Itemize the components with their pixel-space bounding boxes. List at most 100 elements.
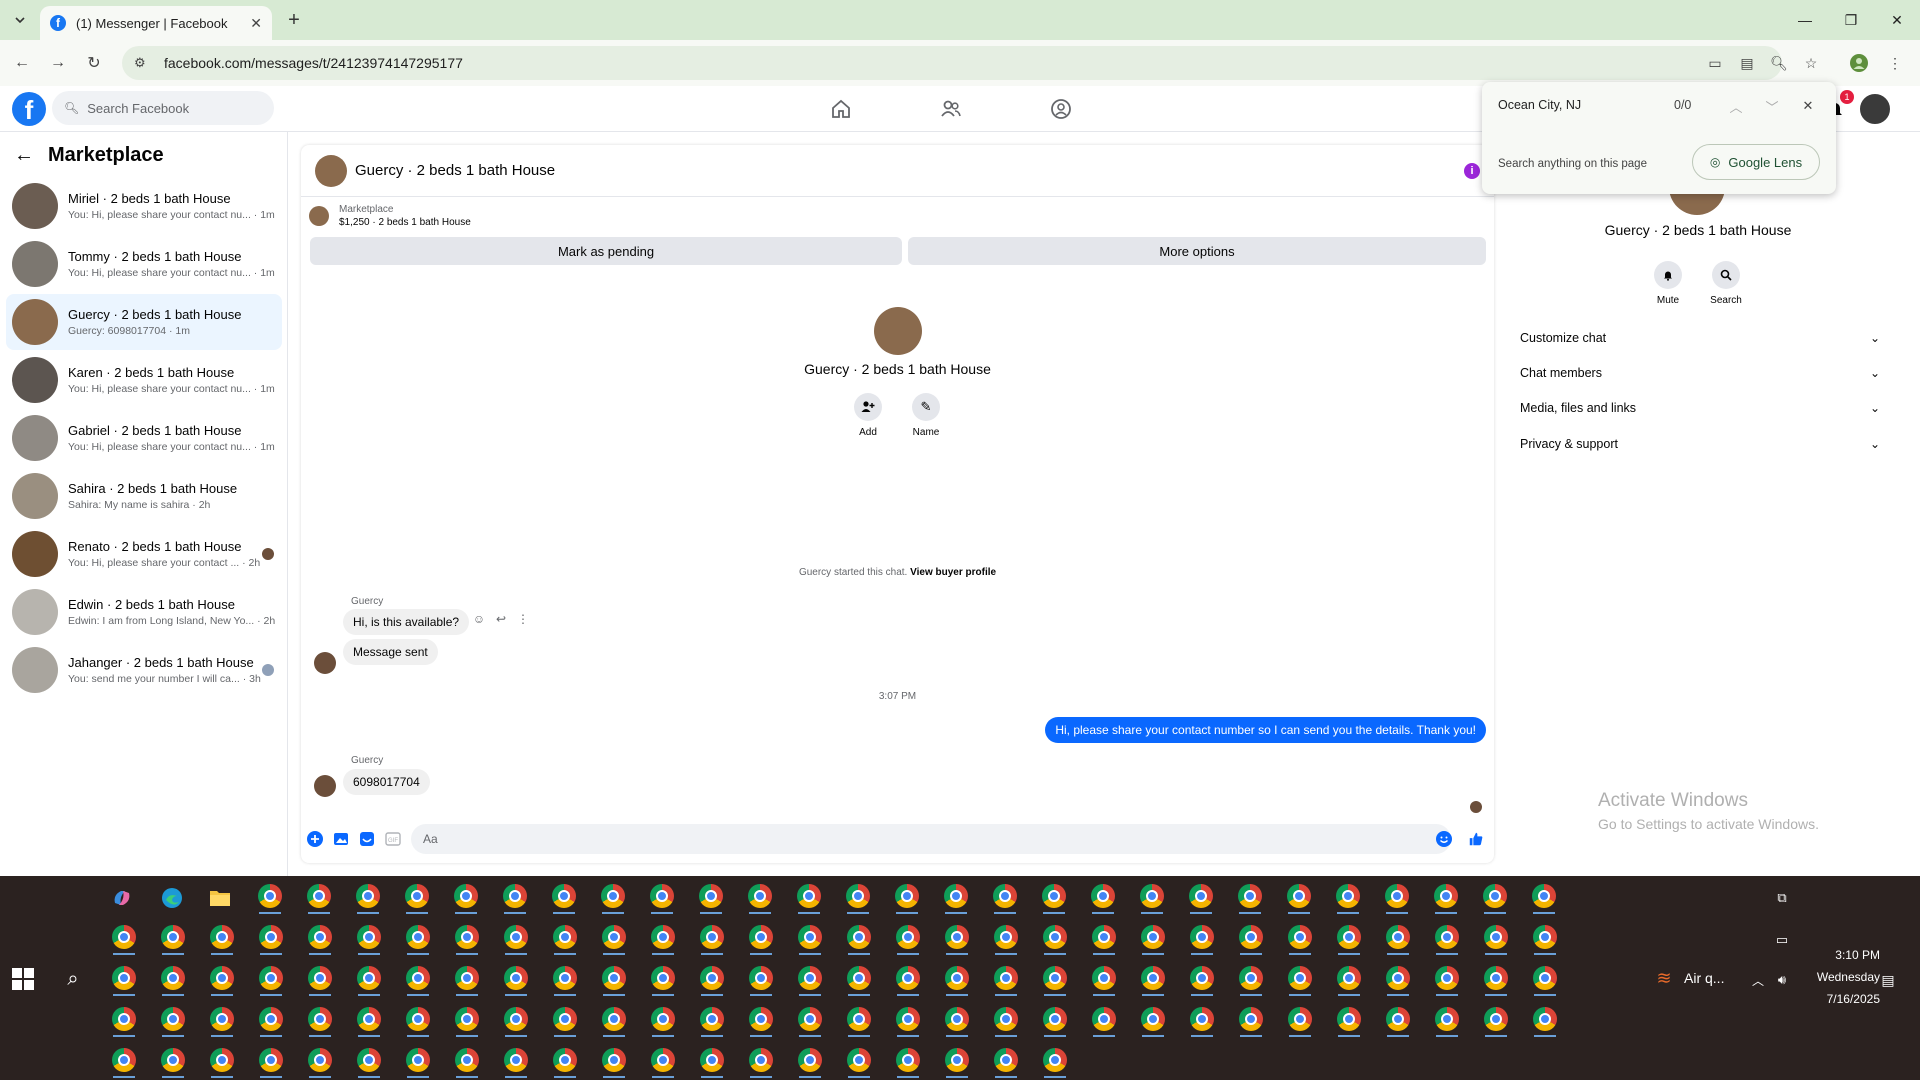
chrome-taskbar-icon[interactable] [847,925,871,949]
chrome-taskbar-icon[interactable] [112,925,136,949]
chrome-taskbar-icon[interactable] [258,884,282,908]
chrome-taskbar-icon[interactable] [945,925,969,949]
chrome-taskbar-icon[interactable] [406,925,430,949]
chrome-taskbar-icon[interactable] [1141,925,1165,949]
chrome-taskbar-icon[interactable] [847,1007,871,1031]
chrome-taskbar-icon[interactable] [1091,884,1115,908]
chrome-taskbar-icon[interactable] [1141,1007,1165,1031]
forward-icon[interactable]: → [46,51,70,75]
chrome-taskbar-icon[interactable] [945,1048,969,1072]
chrome-taskbar-icon[interactable] [406,1048,430,1072]
site-info-icon[interactable]: ⚙ [134,55,154,71]
chrome-taskbar-icon[interactable] [552,884,576,908]
clock-date[interactable]: 7/16/2025 [1790,992,1880,1006]
conversation-item[interactable]: Guercy · 2 beds 1 bath House Guercy: 6098… [6,294,282,350]
mark-as-pending-button[interactable]: Mark as pending [310,237,902,265]
chrome-taskbar-icon[interactable] [651,1007,675,1031]
media-files-links-row[interactable]: Media, files and links ⌄ [1520,391,1880,425]
chrome-taskbar-icon[interactable] [1190,966,1214,990]
chrome-taskbar-icon[interactable] [357,1048,381,1072]
account-avatar[interactable] [1858,92,1892,126]
view-buyer-profile-link[interactable]: View buyer profile [910,567,996,578]
chrome-taskbar-icon[interactable] [798,1007,822,1031]
chrome-taskbar-icon[interactable] [503,884,527,908]
chrome-taskbar-icon[interactable] [650,884,674,908]
chrome-taskbar-icon[interactable] [1337,925,1361,949]
address-bar[interactable]: ⚙ facebook.com/messages/t/24123974147295… [122,46,1782,80]
chrome-taskbar-icon[interactable] [356,884,380,908]
tab-close-icon[interactable]: ✕ [250,15,262,32]
chat-members-row[interactable]: Chat members ⌄ [1520,356,1880,390]
chrome-taskbar-icon[interactable] [1043,1007,1067,1031]
back-icon[interactable]: ← [10,51,34,75]
reply-icon[interactable]: ↩ [493,611,509,627]
message-input[interactable]: Aa [411,824,1451,854]
chrome-taskbar-icon[interactable] [651,925,675,949]
chrome-taskbar-icon[interactable] [700,1007,724,1031]
find-input[interactable]: Ocean City, NJ [1498,98,1581,112]
chrome-taskbar-icon[interactable] [1092,925,1116,949]
chrome-taskbar-icon[interactable] [945,1007,969,1031]
chrome-taskbar-icon[interactable] [259,966,283,990]
info-icon[interactable]: i [1464,163,1480,179]
chrome-taskbar-icon[interactable] [112,1007,136,1031]
chrome-taskbar-icon[interactable] [406,966,430,990]
like-thumb-icon[interactable] [1468,831,1484,847]
chrome-taskbar-icon[interactable] [504,1007,528,1031]
chrome-taskbar-icon[interactable] [553,1048,577,1072]
chrome-taskbar-icon[interactable] [1484,1007,1508,1031]
minimize-icon[interactable]: — [1782,0,1828,40]
reading-mode-icon[interactable]: ▤ [1736,52,1758,74]
conversation-item[interactable]: Jahanger · 2 beds 1 bath House You: send … [6,642,282,698]
chrome-taskbar-icon[interactable] [259,1048,283,1072]
chrome-taskbar-icon[interactable] [161,1048,185,1072]
chrome-taskbar-icon[interactable] [798,966,822,990]
chrome-taskbar-icon[interactable] [602,925,626,949]
incoming-message[interactable]: Message sent [343,639,438,665]
chrome-taskbar-icon[interactable] [504,966,528,990]
chrome-taskbar-icon[interactable] [308,1048,332,1072]
chrome-taskbar-icon[interactable] [1337,1007,1361,1031]
clock-time[interactable]: 3:10 PM [1790,948,1880,962]
chrome-taskbar-icon[interactable] [1435,1007,1459,1031]
chrome-taskbar-icon[interactable] [161,1007,185,1031]
install-app-icon[interactable]: ▭ [1704,52,1726,74]
chrome-taskbar-icon[interactable] [308,925,332,949]
chrome-taskbar-icon[interactable] [1092,1007,1116,1031]
chrome-taskbar-icon[interactable] [1238,884,1262,908]
add-button[interactable]: Add [848,393,888,438]
chrome-taskbar-icon[interactable] [1336,884,1360,908]
chrome-taskbar-icon[interactable] [1288,1007,1312,1031]
chrome-taskbar-icon[interactable] [455,1048,479,1072]
home-icon[interactable] [826,94,856,124]
conversation-item[interactable]: Sahira · 2 beds 1 bath House Sahira: My n… [6,468,282,524]
conversation-item[interactable]: Miriel · 2 beds 1 bath House You: Hi, ple… [6,178,282,234]
facebook-search-input[interactable]: 🔍︎ Search Facebook [52,91,274,125]
chrome-taskbar-icon[interactable] [504,925,528,949]
browser-menu-icon[interactable]: ⋮ [1884,52,1906,74]
chrome-taskbar-icon[interactable] [161,966,185,990]
chrome-taskbar-icon[interactable] [798,1048,822,1072]
chrome-taskbar-icon[interactable] [1239,966,1263,990]
chrome-taskbar-icon[interactable] [1043,925,1067,949]
chevron-up-icon[interactable]: ︿ [1746,968,1770,992]
chrome-taskbar-icon[interactable] [112,966,136,990]
chrome-taskbar-icon[interactable] [1386,966,1410,990]
chrome-taskbar-icon[interactable] [1287,884,1311,908]
chrome-taskbar-icon[interactable] [846,884,870,908]
chrome-taskbar-icon[interactable] [1532,884,1556,908]
search-in-chat-button[interactable]: Search [1706,261,1746,306]
chrome-taskbar-icon[interactable] [553,966,577,990]
plus-icon[interactable] [307,831,323,847]
chrome-taskbar-icon[interactable] [357,925,381,949]
chrome-taskbar-icon[interactable] [210,925,234,949]
groups-icon[interactable] [1046,94,1076,124]
chrome-taskbar-icon[interactable] [1140,884,1164,908]
close-window-icon[interactable]: ✕ [1874,0,1920,40]
chrome-taskbar-icon[interactable] [1386,925,1410,949]
chrome-taskbar-icon[interactable] [895,884,919,908]
chrome-taskbar-icon[interactable] [748,884,772,908]
chrome-taskbar-icon[interactable] [896,1007,920,1031]
chrome-taskbar-icon[interactable] [700,925,724,949]
chrome-taskbar-icon[interactable] [210,966,234,990]
